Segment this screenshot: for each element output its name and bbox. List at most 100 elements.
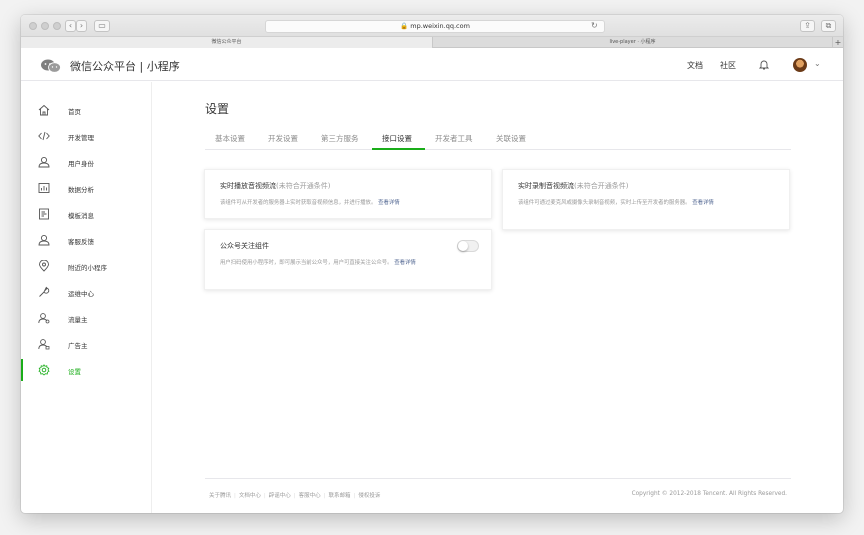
template-icon bbox=[38, 208, 50, 220]
wechat-logo-icon bbox=[41, 59, 61, 73]
location-icon bbox=[38, 260, 50, 272]
card-live-pusher: 实时录制音视频流(未符合开通条件) 该组件可通过麦克风或摄像头录制音视频，实时上… bbox=[502, 169, 790, 230]
browser-tab[interactable]: 微信公众平台 bbox=[21, 37, 432, 48]
share-icon[interactable]: ⇪ bbox=[800, 20, 815, 32]
sidebar: 首页 开发管理 用户身份 数据分析 模板消息 客服反馈 附近的小程序 运维中心 bbox=[21, 82, 152, 513]
sidebar-item-label: 数据分析 bbox=[68, 186, 94, 194]
card-title-text: 实时播放音视频流 bbox=[220, 182, 276, 190]
bell-icon[interactable] bbox=[759, 59, 769, 70]
footer-link-rumor[interactable]: 辟谣中心 bbox=[269, 493, 291, 499]
footer-link-email[interactable]: 联系邮箱 bbox=[329, 493, 351, 499]
traffic-icon bbox=[38, 312, 50, 324]
app-header: 微信公众平台 | 小程序 文档 社区 ⌄ bbox=[21, 49, 843, 81]
tab-related-settings[interactable]: 关联设置 bbox=[496, 133, 526, 144]
wrench-icon bbox=[38, 286, 50, 298]
card-status: (未符合开通条件) bbox=[574, 182, 629, 190]
card-title: 公众号关注组件 bbox=[220, 241, 269, 251]
sidebar-toggle-icon[interactable]: ▭ bbox=[94, 20, 110, 32]
tab-dev-tools[interactable]: 开发者工具 bbox=[435, 133, 473, 144]
sidebar-item-nearby-miniprogram[interactable]: 附近的小程序 bbox=[21, 255, 152, 277]
footer-link-service[interactable]: 客服中心 bbox=[299, 493, 321, 499]
view-details-link[interactable]: 查看详情 bbox=[692, 200, 714, 206]
reload-icon[interactable]: ↻ bbox=[591, 21, 598, 30]
footer: 关于腾讯 | 文档中心 | 辟谣中心 | 客服中心 | 联系邮箱 | 侵权投诉 Copyright … bbox=[205, 478, 791, 503]
sidebar-item-label: 附近的小程序 bbox=[68, 264, 107, 272]
sidebar-item-traffic-owner[interactable]: 流量主 bbox=[21, 307, 152, 329]
sidebar-item-label: 流量主 bbox=[68, 316, 88, 324]
gear-icon bbox=[38, 364, 50, 376]
view-details-link[interactable]: 查看详情 bbox=[378, 200, 400, 206]
footer-links: 关于腾讯 | 文档中心 | 辟谣中心 | 客服中心 | 联系邮箱 | 侵权投诉 bbox=[209, 493, 381, 499]
chart-icon bbox=[38, 182, 50, 194]
sidebar-item-settings[interactable]: 设置 bbox=[21, 359, 152, 381]
browser-window: ‹ › ▭ 🔒 mp.weixin.qq.com ↻ ⇪ ⧉ 微信公众平台 li… bbox=[21, 15, 843, 513]
tab-dev-settings[interactable]: 开发设置 bbox=[268, 133, 298, 144]
sidebar-item-user-identity[interactable]: 用户身份 bbox=[21, 151, 152, 173]
card-title-text: 公众号关注组件 bbox=[220, 242, 269, 250]
card-description: 该组件可从开发者的服务器上实时获取音视频信息，并进行播放。 查看详情 bbox=[220, 199, 477, 208]
sidebar-item-label: 客服反馈 bbox=[68, 238, 94, 246]
docs-link[interactable]: 文档 bbox=[687, 60, 703, 71]
footer-link-docs[interactable]: 文档中心 bbox=[239, 493, 261, 499]
sidebar-item-customer-feedback[interactable]: 客服反馈 bbox=[21, 229, 152, 251]
sidebar-item-label: 开发管理 bbox=[68, 134, 94, 142]
follow-component-toggle[interactable] bbox=[457, 240, 479, 252]
avatar[interactable] bbox=[793, 58, 807, 72]
chevron-down-icon[interactable]: ⌄ bbox=[814, 59, 821, 68]
forward-button[interactable]: › bbox=[76, 20, 87, 32]
home-icon bbox=[38, 104, 50, 116]
card-official-account-follow: 公众号关注组件 用户扫码使用小程序时，即可展示当前公众号，用户可直接关注公众号。… bbox=[204, 229, 492, 290]
tab-interface-settings[interactable]: 接口设置 bbox=[382, 133, 412, 144]
address-bar[interactable]: 🔒 mp.weixin.qq.com bbox=[265, 20, 605, 33]
view-details-link[interactable]: 查看详情 bbox=[394, 260, 416, 266]
tab-basic-settings[interactable]: 基本设置 bbox=[215, 133, 245, 144]
card-title-text: 实时录制音视频流 bbox=[518, 182, 574, 190]
toggle-knob bbox=[458, 241, 468, 251]
back-button[interactable]: ‹ bbox=[65, 20, 76, 32]
sidebar-item-home[interactable]: 首页 bbox=[21, 99, 152, 121]
card-live-player: 实时播放音视频流(未符合开通条件) 该组件可从开发者的服务器上实时获取音视频信息… bbox=[204, 169, 492, 219]
card-desc-text: 该组件可从开发者的服务器上实时获取音视频信息，并进行播放。 bbox=[220, 200, 377, 206]
footer-link-about[interactable]: 关于腾讯 bbox=[209, 493, 231, 499]
zoom-window-button[interactable] bbox=[53, 22, 61, 30]
card-desc-text: 用户扫码使用小程序时，即可展示当前公众号，用户可直接关注公众号。 bbox=[220, 260, 393, 266]
url-text: mp.weixin.qq.com bbox=[410, 22, 470, 30]
brand-title[interactable]: 微信公众平台 | 小程序 bbox=[70, 58, 180, 74]
card-description: 该组件可通过麦克风或摄像头录制音视频，实时上传至开发者的服务器。 查看详情 bbox=[518, 199, 775, 208]
copyright: Copyright © 2012-2018 Tencent. All Right… bbox=[631, 491, 787, 497]
code-icon bbox=[38, 130, 50, 142]
card-description: 用户扫码使用小程序时，即可展示当前公众号，用户可直接关注公众号。 查看详情 bbox=[220, 259, 477, 268]
active-tab-indicator bbox=[372, 148, 425, 150]
sidebar-item-label: 首页 bbox=[68, 108, 81, 116]
card-title: 实时录制音视频流(未符合开通条件) bbox=[518, 181, 628, 191]
tab-third-party[interactable]: 第三方服务 bbox=[321, 133, 359, 144]
minimize-window-button[interactable] bbox=[41, 22, 49, 30]
support-icon bbox=[38, 234, 50, 246]
card-title: 实时播放音视频流(未符合开通条件) bbox=[220, 181, 330, 191]
new-tab-button[interactable]: + bbox=[832, 37, 843, 48]
card-status: (未符合开通条件) bbox=[276, 182, 331, 190]
advertiser-icon bbox=[38, 338, 50, 350]
sidebar-item-advertiser[interactable]: 广告主 bbox=[21, 333, 152, 355]
settings-tabs: 基本设置 开发设置 第三方服务 接口设置 开发者工具 关联设置 bbox=[205, 128, 791, 150]
card-desc-text: 该组件可通过麦克风或摄像头录制音视频，实时上传至开发者的服务器。 bbox=[518, 200, 691, 206]
user-icon bbox=[38, 156, 50, 168]
sidebar-item-template-message[interactable]: 模板消息 bbox=[21, 203, 152, 225]
footer-link-infringement[interactable]: 侵权投诉 bbox=[358, 493, 380, 499]
browser-toolbar: ‹ › ▭ 🔒 mp.weixin.qq.com ↻ ⇪ ⧉ bbox=[21, 15, 843, 37]
sidebar-item-label: 用户身份 bbox=[68, 160, 94, 168]
sidebar-item-label: 模板消息 bbox=[68, 212, 94, 220]
page-title: 设置 bbox=[205, 102, 230, 116]
browser-tab[interactable]: live-player · 小程序 bbox=[432, 37, 832, 48]
sidebar-item-label: 广告主 bbox=[68, 342, 88, 350]
tabs-overview-icon[interactable]: ⧉ bbox=[821, 20, 836, 32]
sidebar-item-dev-management[interactable]: 开发管理 bbox=[21, 125, 152, 147]
browser-tabbar: 微信公众平台 live-player · 小程序 + bbox=[21, 37, 843, 48]
sidebar-item-label: 设置 bbox=[68, 368, 81, 376]
lock-icon: 🔒 bbox=[400, 22, 409, 30]
close-window-button[interactable] bbox=[29, 22, 37, 30]
sidebar-item-data-analysis[interactable]: 数据分析 bbox=[21, 177, 152, 199]
community-link[interactable]: 社区 bbox=[720, 60, 736, 71]
sidebar-item-ops-center[interactable]: 运维中心 bbox=[21, 281, 152, 303]
sidebar-item-label: 运维中心 bbox=[68, 290, 94, 298]
